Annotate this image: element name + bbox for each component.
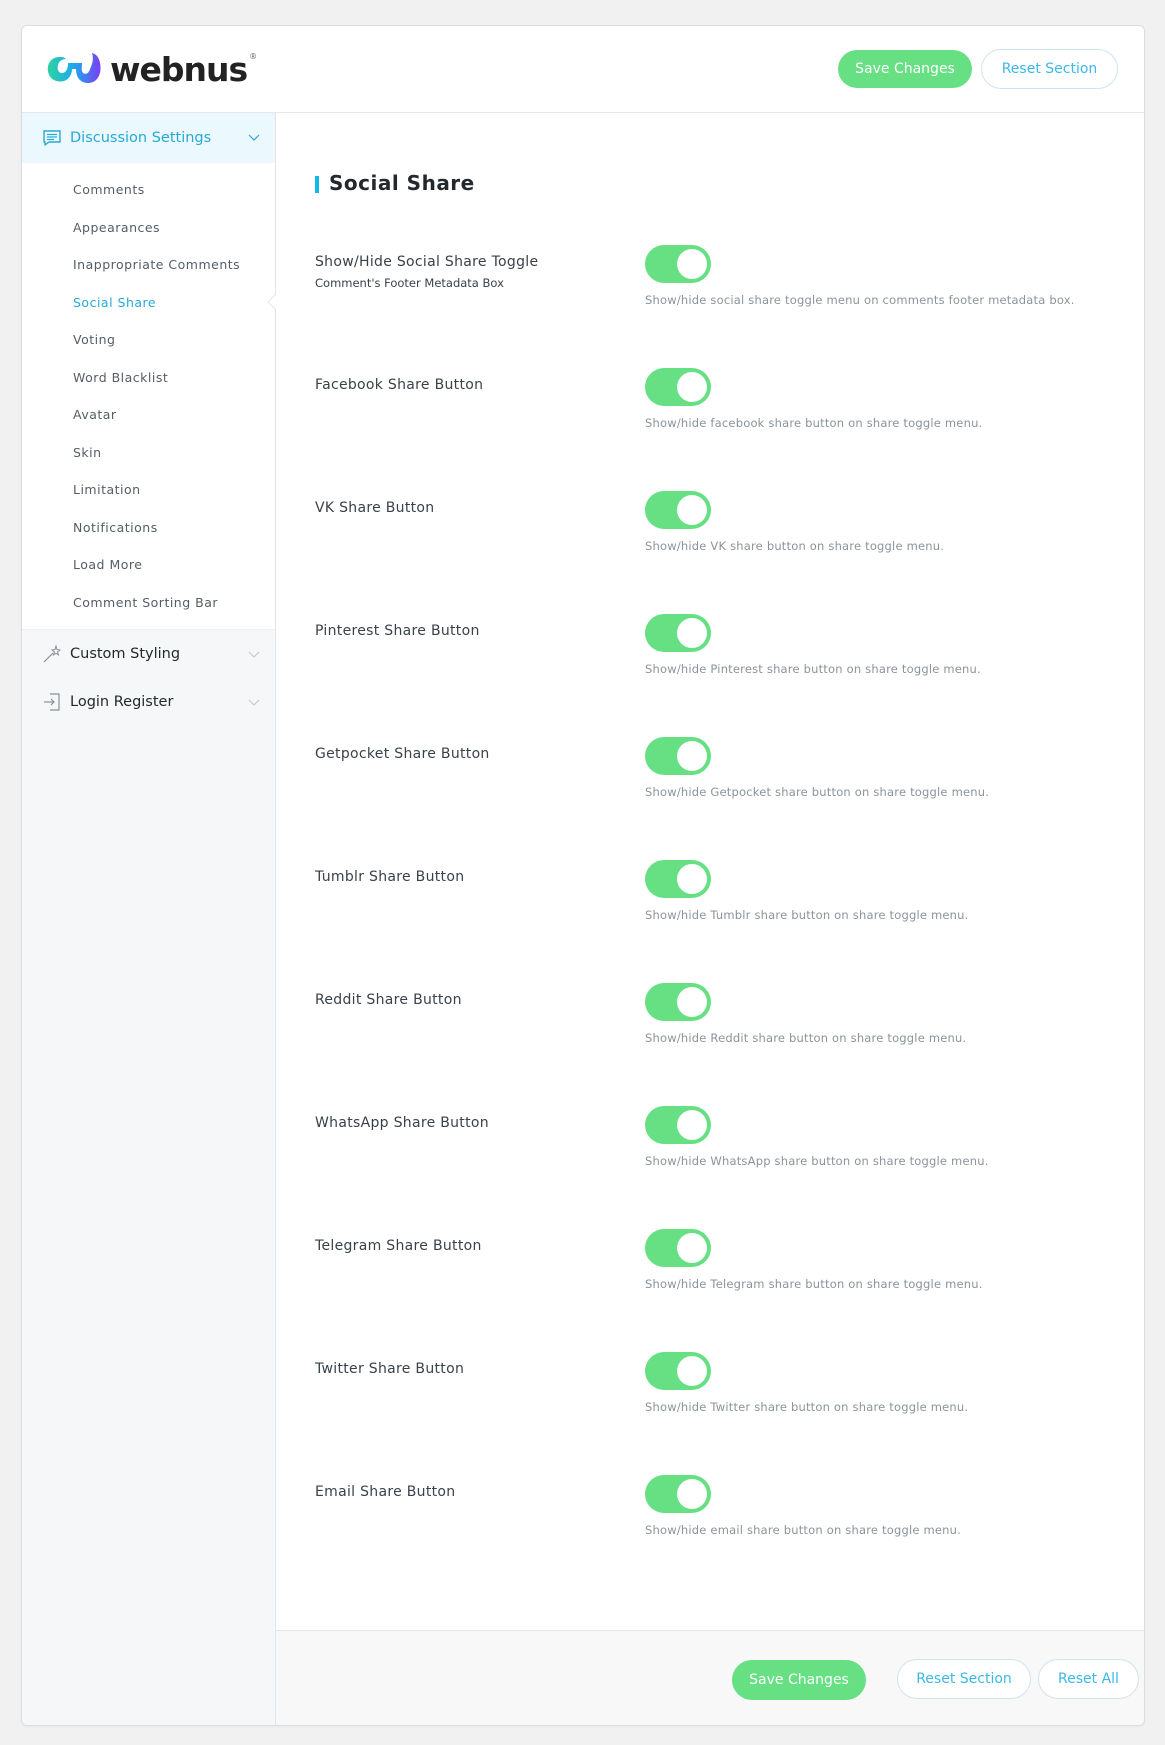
setting-title: Show/Hide Social Share Toggle — [315, 254, 539, 270]
magic-wand-icon — [43, 644, 62, 663]
setting-description: Show/hide Reddit share button on share t… — [645, 1031, 967, 1045]
twitter-toggle-switch[interactable] — [645, 1352, 711, 1390]
sidebar-item-skin[interactable]: Skin — [22, 434, 275, 472]
settings-panel: webnus ® Save Changes Reset Section Discu… — [21, 25, 1145, 1726]
setting-title: Email Share Button — [315, 1484, 456, 1500]
main-content: Social Share Show/Hide Social Share Togg… — [276, 113, 1144, 1631]
setting-description: Show/hide Twitter share button on share … — [645, 1400, 969, 1414]
setting-description: Show/hide WhatsApp share button on share… — [645, 1154, 989, 1168]
setting-row-facebook: Facebook Share Button Show/hide facebook… — [315, 368, 1144, 491]
setting-row-telegram: Telegram Share Button Show/hide Telegram… — [315, 1229, 1144, 1352]
webnus-logo-icon — [47, 53, 101, 83]
sidebar-item-word-blacklist[interactable]: Word Blacklist — [22, 359, 275, 397]
setting-title: WhatsApp Share Button — [315, 1115, 489, 1131]
sidebar-item-label: Social Share — [73, 294, 157, 310]
tumblr-toggle-switch[interactable] — [645, 860, 711, 898]
sidebar-group-label: Custom Styling — [70, 646, 181, 662]
footer-reset-all-button[interactable]: Reset All — [1038, 1659, 1139, 1699]
setting-description: Show/hide email share button on share to… — [645, 1523, 962, 1537]
setting-description: Show/hide social share toggle menu on co… — [645, 293, 1075, 307]
setting-title: Pinterest Share Button — [315, 623, 480, 639]
login-icon — [44, 693, 60, 711]
chevron-down-icon — [248, 699, 260, 706]
setting-row-whatsapp: WhatsApp Share Button Show/hide WhatsApp… — [315, 1106, 1144, 1229]
setting-row-vk: VK Share Button Show/hide VK share butto… — [315, 491, 1144, 614]
discussion-settings-submenu: Comments Appearances Inappropriate Comme… — [22, 163, 276, 630]
setting-title: Reddit Share Button — [315, 992, 462, 1008]
sidebar-item-social-share[interactable]: Social Share — [22, 284, 276, 322]
sidebar-group-discussion-settings[interactable]: Discussion Settings — [22, 113, 275, 163]
sidebar-item-voting[interactable]: Voting — [22, 321, 275, 359]
vk-toggle-switch[interactable] — [645, 491, 711, 529]
active-indicator-icon — [267, 294, 276, 311]
comment-icon — [43, 130, 61, 146]
setting-description: Show/hide facebook share button on share… — [645, 416, 983, 430]
setting-description: Show/hide Getpocket share button on shar… — [645, 785, 990, 799]
sidebar-group-login-register[interactable]: Login Register — [22, 678, 275, 726]
pinterest-toggle-switch[interactable] — [645, 614, 711, 652]
section-title: Social Share — [315, 171, 475, 195]
chevron-down-icon — [248, 651, 260, 658]
telegram-toggle-switch[interactable] — [645, 1229, 711, 1267]
setting-title: Getpocket Share Button — [315, 746, 490, 762]
setting-title: Tumblr Share Button — [315, 869, 465, 885]
setting-row-social-share-toggle: Show/Hide Social Share Toggle Comment's … — [315, 245, 1144, 368]
setting-title: Telegram Share Button — [315, 1238, 482, 1254]
setting-description: Show/hide VK share button on share toggl… — [645, 539, 945, 553]
sidebar: Discussion Settings Comments Appearances… — [22, 113, 276, 1725]
setting-row-tumblr: Tumblr Share Button Show/hide Tumblr sha… — [315, 860, 1144, 983]
save-changes-button[interactable]: Save Changes — [838, 50, 972, 88]
brand-name: webnus ® — [110, 49, 257, 89]
sidebar-item-limitation[interactable]: Limitation — [22, 471, 275, 509]
reset-section-button[interactable]: Reset Section — [981, 49, 1118, 89]
sidebar-group-label: Discussion Settings — [70, 130, 212, 146]
header: webnus ® Save Changes Reset Section — [22, 26, 1144, 113]
setting-title: VK Share Button — [315, 500, 435, 516]
whatsapp-toggle-switch[interactable] — [645, 1106, 711, 1144]
setting-description: Show/hide Pinterest share button on shar… — [645, 662, 981, 676]
setting-description: Show/hide Tumblr share button on share t… — [645, 908, 969, 922]
setting-row-email: Email Share Button Show/hide email share… — [315, 1475, 1144, 1598]
sidebar-item-notifications[interactable]: Notifications — [22, 509, 275, 547]
footer-save-changes-button[interactable]: Save Changes — [732, 1660, 866, 1700]
setting-row-reddit: Reddit Share Button Show/hide Reddit sha… — [315, 983, 1144, 1106]
reddit-toggle-switch[interactable] — [645, 983, 711, 1021]
webnus-logo: webnus ® — [46, 48, 257, 90]
sidebar-group-custom-styling[interactable]: Custom Styling — [22, 630, 275, 678]
facebook-toggle-switch[interactable] — [645, 368, 711, 406]
sidebar-item-avatar[interactable]: Avatar — [22, 396, 275, 434]
setting-row-pinterest: Pinterest Share Button Show/hide Pintere… — [315, 614, 1144, 737]
footer-bar: Save Changes Reset Section Reset All — [276, 1630, 1144, 1725]
setting-description: Show/hide Telegram share button on share… — [645, 1277, 983, 1291]
setting-row-twitter: Twitter Share Button Show/hide Twitter s… — [315, 1352, 1144, 1475]
sidebar-item-load-more[interactable]: Load More — [22, 546, 275, 584]
setting-title: Twitter Share Button — [315, 1361, 465, 1377]
social-share-toggle-switch[interactable] — [645, 245, 711, 283]
setting-title: Facebook Share Button — [315, 377, 484, 393]
sidebar-group-label: Login Register — [70, 694, 174, 710]
sidebar-item-comment-sorting-bar[interactable]: Comment Sorting Bar — [22, 584, 275, 622]
email-toggle-switch[interactable] — [645, 1475, 711, 1513]
sidebar-item-appearances[interactable]: Appearances — [22, 209, 275, 247]
sidebar-item-inappropriate-comments[interactable]: Inappropriate Comments — [22, 246, 275, 284]
setting-subtitle: Comment's Footer Metadata Box — [315, 276, 504, 290]
chevron-down-icon — [248, 134, 260, 141]
footer-reset-section-button[interactable]: Reset Section — [897, 1659, 1031, 1699]
setting-row-getpocket: Getpocket Share Button Show/hide Getpock… — [315, 737, 1144, 860]
sidebar-item-comments[interactable]: Comments — [22, 171, 275, 209]
getpocket-toggle-switch[interactable] — [645, 737, 711, 775]
